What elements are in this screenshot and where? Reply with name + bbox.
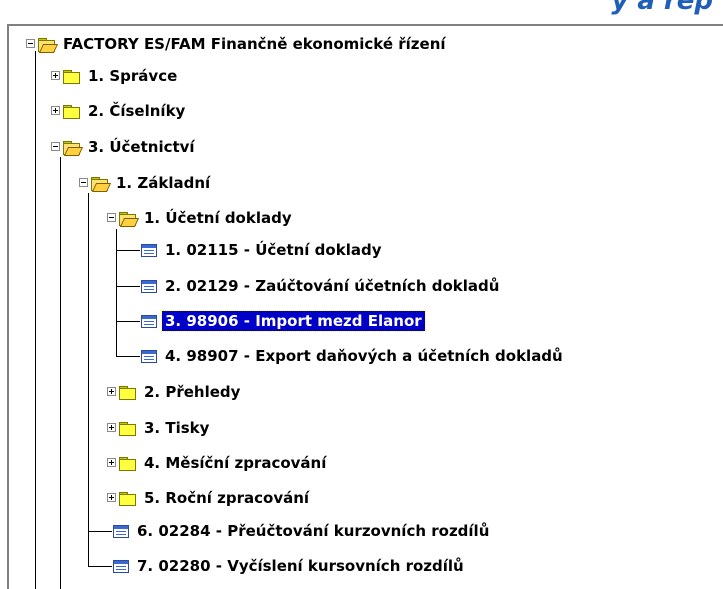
tree-item-label: 1. 02115 - Účetní doklady — [165, 241, 382, 259]
folder-icon — [119, 385, 136, 400]
folder-open-icon — [119, 211, 140, 227]
tree-item-label: 3. Tisky — [144, 419, 210, 437]
tree-item-label: 2. Číselníky — [88, 102, 186, 120]
tree-item-label: 5. Roční zpracování — [144, 489, 310, 507]
tree-item-label: 6. 02284 - Přeúčtování kurzovních rozdíl… — [137, 522, 490, 540]
folder-icon — [63, 69, 80, 84]
collapse-toggle[interactable] — [107, 213, 116, 222]
tree-item-label: 4. Měsíční zpracování — [144, 454, 327, 472]
tree-line — [88, 531, 112, 532]
tree-line — [88, 566, 112, 567]
tree-item-02284[interactable]: 6. 02284 - Přeúčtování kurzovních rozdíl… — [113, 518, 492, 544]
tree-item-rocni[interactable]: 5. Roční zpracování — [119, 485, 312, 511]
tree-line — [116, 250, 140, 251]
tree-line — [116, 356, 140, 357]
tree-item-label: 2. Přehledy — [144, 383, 241, 401]
tree-item-ucetnictvi[interactable]: 3. Účetnictví — [63, 134, 198, 160]
tree-line — [60, 157, 61, 589]
tree-item-mesicni[interactable]: 4. Měsíční zpracování — [119, 450, 329, 476]
expand-toggle[interactable] — [51, 71, 60, 80]
tree-item-spravce[interactable]: 1. Správce — [63, 63, 180, 89]
form-icon — [113, 559, 129, 573]
tree-item-label: 7. 02280 - Vyčíslení kursovních rozdílů — [137, 557, 464, 575]
collapse-toggle[interactable] — [26, 39, 35, 48]
tree-item-root[interactable]: FACTORY ES/FAM Finančně ekonomické řízen… — [38, 31, 449, 57]
expand-toggle[interactable] — [107, 387, 116, 396]
expand-toggle[interactable] — [107, 458, 116, 467]
tree-line — [88, 193, 89, 566]
tree-item-label: 1. Účetní doklady — [144, 209, 292, 227]
tree-item-prehledy[interactable]: 2. Přehledy — [119, 379, 243, 405]
tree-item-label: 4. 98907 - Export daňových a účetních do… — [165, 347, 563, 365]
collapse-toggle[interactable] — [79, 178, 88, 187]
menu-tree: FACTORY ES/FAM Finančně ekonomické řízen… — [0, 0, 723, 589]
folder-icon — [119, 421, 136, 436]
folder-icon — [119, 491, 136, 506]
form-icon — [113, 524, 129, 538]
tree-item-label: 2. 02129 - Zaúčtování účetních dokladů — [165, 277, 500, 295]
tree-item-02115[interactable]: 1. 02115 - Účetní doklady — [141, 237, 384, 263]
tree-item-98906[interactable]: 3. 98906 - Import mezd Elanor — [141, 308, 426, 334]
tree-item-tisky[interactable]: 3. Tisky — [119, 415, 212, 441]
expand-toggle[interactable] — [107, 493, 116, 502]
tree-item-02129[interactable]: 2. 02129 - Zaúčtování účetních dokladů — [141, 273, 502, 299]
tree-item-ucetni-doklady[interactable]: 1. Účetní doklady — [119, 205, 295, 231]
tree-line — [116, 321, 140, 322]
tree-item-label: 3. Účetnictví — [88, 138, 195, 156]
form-icon — [141, 243, 157, 257]
folder-icon — [63, 104, 80, 119]
tree-item-label: FACTORY ES/FAM Finančně ekonomické řízen… — [63, 35, 446, 53]
tree-item-02280[interactable]: 7. 02280 - Vyčíslení kursovních rozdílů — [113, 553, 467, 579]
form-icon — [141, 314, 157, 328]
expand-toggle[interactable] — [107, 423, 116, 432]
tree-item-label: 1. Správce — [88, 67, 178, 85]
tree-item-label-selected: 3. 98906 - Import mezd Elanor — [161, 310, 426, 332]
folder-open-icon — [91, 176, 112, 192]
tree-item-label: 1. Základní — [116, 174, 211, 192]
folder-icon — [119, 456, 136, 471]
collapse-toggle[interactable] — [51, 142, 60, 151]
expand-toggle[interactable] — [51, 106, 60, 115]
folder-open-icon — [38, 37, 59, 53]
tree-item-zakladni[interactable]: 1. Základní — [91, 170, 213, 196]
tree-item-98907[interactable]: 4. 98907 - Export daňových a účetních do… — [141, 343, 566, 369]
form-icon — [141, 279, 157, 293]
form-icon — [141, 349, 157, 363]
tree-line — [116, 229, 117, 357]
tree-line — [116, 286, 140, 287]
tree-item-ciselniky[interactable]: 2. Číselníky — [63, 98, 188, 124]
folder-open-icon — [63, 140, 84, 156]
tree-line — [35, 51, 36, 589]
